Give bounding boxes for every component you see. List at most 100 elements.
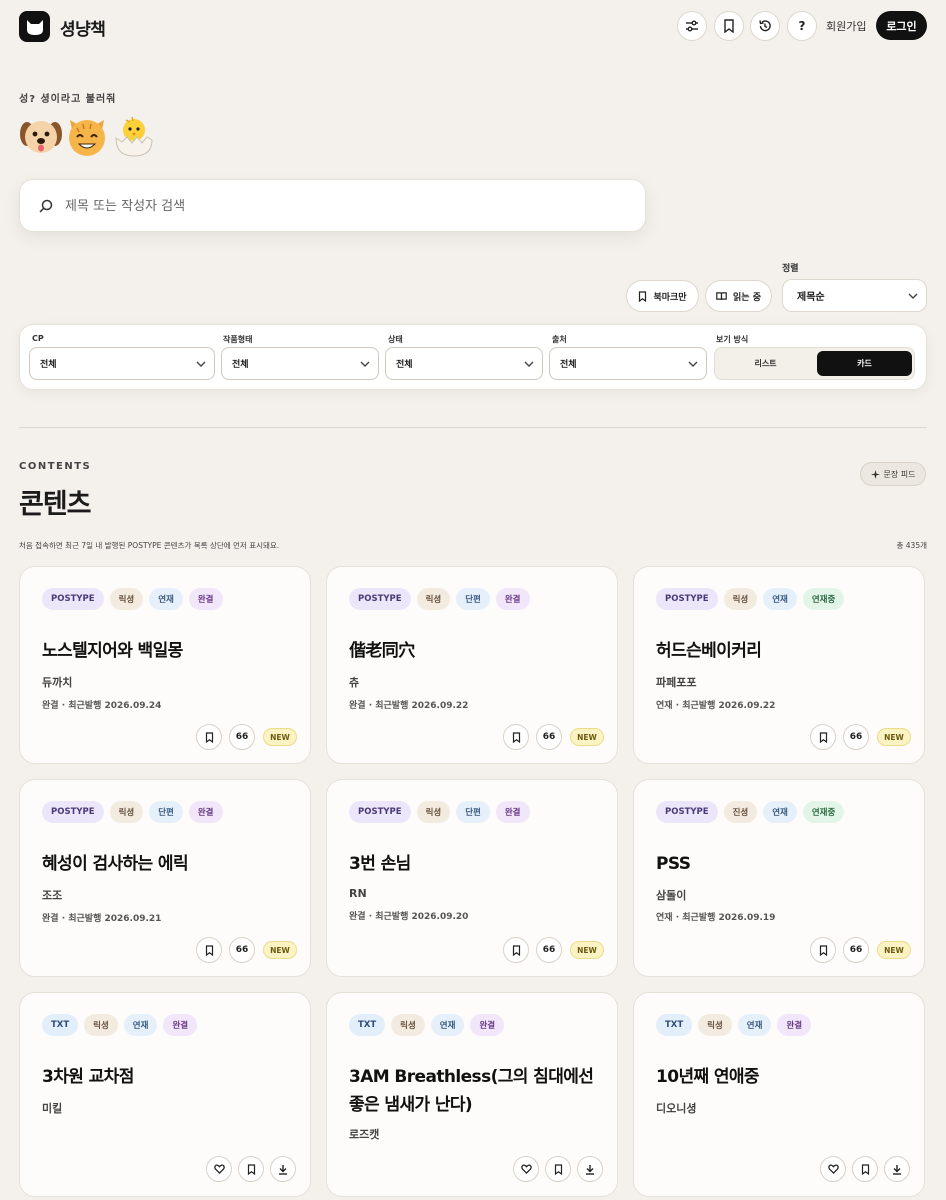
content-card[interactable]: POSTYPE 릭셩 연재 연재중 허드슨베이커리 파페포포 연재 · 최근발행… (633, 566, 925, 764)
bookmark-button[interactable] (852, 1156, 878, 1182)
bookmark-button[interactable] (196, 937, 222, 963)
history-icon (759, 20, 771, 32)
content-card[interactable]: POSTYPE 릭셩 단편 완결 偕老同穴 츄 완결 · 최근발행 2026.0… (326, 566, 618, 764)
card-title[interactable]: 혜성이 검사하는 에릭 (42, 850, 292, 878)
quote-button[interactable]: 66 (229, 937, 255, 963)
bookmark-button[interactable] (238, 1156, 264, 1182)
card-meta: 완결 · 최근발행 2026.09.24 (42, 701, 162, 711)
book-open-icon (716, 292, 727, 300)
download-icon (279, 1164, 287, 1175)
help-button[interactable]: ? (787, 11, 817, 41)
sort-select[interactable]: 제목순 (782, 279, 927, 312)
card-title[interactable]: 3AM Breathless(그의 침대에선 좋은 냄새가 난다) (349, 1063, 599, 1119)
bookmark-icon (512, 944, 520, 956)
cp-badge: 진셩 (723, 801, 758, 823)
cp-badge: 릭셩 (84, 1014, 118, 1036)
view-mode-label: 보기 방식 (716, 335, 749, 344)
card-title[interactable]: 3차원 교차점 (42, 1063, 292, 1091)
content-card[interactable]: POSTYPE 릭셩 단편 완결 3번 손님 RN 완결 · 최근발행 2026… (326, 779, 618, 977)
login-button[interactable]: 로그인 (876, 11, 927, 40)
content-card[interactable]: POSTYPE 진셩 연재 연재중 PSS 삼돌이 연재 · 최근발행 2026… (633, 779, 925, 977)
reading-toggle[interactable]: 읽는 중 (705, 280, 772, 312)
bookmark-only-toggle[interactable]: 북마크만 (626, 280, 699, 312)
bookmark-button[interactable] (810, 937, 836, 963)
content-card[interactable]: POSTYPE 릭셩 단편 완결 혜성이 검사하는 에릭 조조 완결 · 최근발… (19, 779, 311, 977)
bookmark-button[interactable] (545, 1156, 571, 1182)
new-badge: NEW (263, 941, 297, 959)
sentence-feed-button[interactable]: 문장 피드 (860, 462, 926, 486)
history-button[interactable] (750, 11, 780, 41)
card-title[interactable]: 노스텔지어와 백일몽 (42, 637, 292, 665)
content-card[interactable]: TXT 릭셩 연재 완결 10년째 연애중 디오니셩 (633, 992, 925, 1197)
content-card[interactable]: POSTYPE 릭셩 연재 완결 노스텔지어와 백일몽 듀까치 완결 · 최근발… (19, 566, 311, 764)
signup-link[interactable]: 회원가입 (826, 18, 866, 34)
status-badge: 완결 (188, 588, 223, 610)
cp-badge: 릭셩 (416, 588, 451, 610)
brand-name[interactable]: 셩냥책 (60, 15, 106, 40)
source-badge: POSTYPE (349, 588, 411, 610)
download-icon (586, 1164, 594, 1175)
card-author: 파페포포 (656, 676, 697, 689)
sliders-icon (686, 20, 698, 32)
section-eyebrow: CONTENTS (19, 461, 92, 472)
card-title[interactable]: PSS (656, 850, 906, 878)
card-author: 조조 (42, 889, 63, 902)
form-filter-value: 전체 (232, 360, 249, 370)
sentence-feed-label: 문장 피드 (883, 469, 916, 479)
source-badge: POSTYPE (349, 801, 411, 823)
bookmark-icon (247, 1163, 255, 1175)
like-button[interactable] (820, 1156, 846, 1182)
bookmark-button[interactable] (810, 724, 836, 750)
download-button[interactable] (577, 1156, 603, 1182)
status-badge: 완결 (470, 1014, 505, 1036)
download-button[interactable] (270, 1156, 296, 1182)
sort-value: 제목순 (797, 292, 825, 303)
form-badge: 연재 (430, 1014, 465, 1036)
like-button[interactable] (206, 1156, 232, 1182)
status-badge: 완결 (495, 801, 530, 823)
chevron-down-icon (360, 361, 370, 367)
filter-settings-button[interactable] (677, 11, 707, 41)
like-button[interactable] (513, 1156, 539, 1182)
source-filter-select[interactable]: 전체 (549, 347, 707, 380)
search-input[interactable] (65, 194, 625, 218)
quote-button[interactable]: 66 (229, 724, 255, 750)
cp-filter-label: CP (32, 334, 44, 343)
content-card[interactable]: TXT 릭셩 연재 완결 3차원 교차점 미킬 (19, 992, 311, 1197)
status-filter-select[interactable]: 전체 (385, 347, 543, 380)
source-badge: TXT (349, 1014, 386, 1036)
bookmark-button[interactable] (503, 724, 529, 750)
card-title[interactable]: 3번 손님 (349, 850, 599, 878)
notice-text: 처음 접속하면 최근 7일 내 발행된 POSTYPE 콘텐츠가 목록 상단에 … (19, 541, 280, 550)
cp-filter-select[interactable]: 전체 (29, 347, 215, 380)
form-filter-select[interactable]: 전체 (221, 347, 379, 380)
quote-button[interactable]: 66 (843, 724, 869, 750)
quote-icon: 66 (235, 732, 249, 742)
download-button[interactable] (884, 1156, 910, 1182)
quote-button[interactable]: 66 (536, 724, 562, 750)
chevron-down-icon (908, 293, 918, 299)
status-badge: 연재중 (802, 588, 845, 610)
source-badge: POSTYPE (42, 801, 104, 823)
bookmark-only-label: 북마크만 (653, 292, 687, 303)
quote-button[interactable]: 66 (843, 937, 869, 963)
status-filter-value: 전체 (396, 360, 413, 370)
view-card-option[interactable]: 카드 (817, 351, 912, 376)
search-box (19, 179, 646, 232)
status-filter-label: 상태 (388, 335, 403, 344)
bookmark-button[interactable] (503, 937, 529, 963)
bookmarks-button[interactable] (714, 11, 744, 41)
section-title: 콘텐츠 (19, 489, 92, 520)
card-title[interactable]: 偕老同穴 (349, 637, 599, 665)
bookmark-icon (819, 731, 827, 743)
content-card[interactable]: TXT 릭셩 연재 완결 3AM Breathless(그의 침대에선 좋은 냄… (326, 992, 618, 1197)
source-badge: TXT (42, 1014, 79, 1036)
form-badge: 연재 (763, 588, 797, 610)
bookmark-button[interactable] (196, 724, 222, 750)
card-title[interactable]: 10년째 연애중 (656, 1063, 906, 1091)
card-title[interactable]: 허드슨베이커리 (656, 637, 906, 665)
view-list-option[interactable]: 리스트 (718, 351, 813, 376)
quote-button[interactable]: 66 (536, 937, 562, 963)
logo-icon[interactable] (19, 11, 50, 42)
chevron-down-icon (524, 361, 534, 367)
